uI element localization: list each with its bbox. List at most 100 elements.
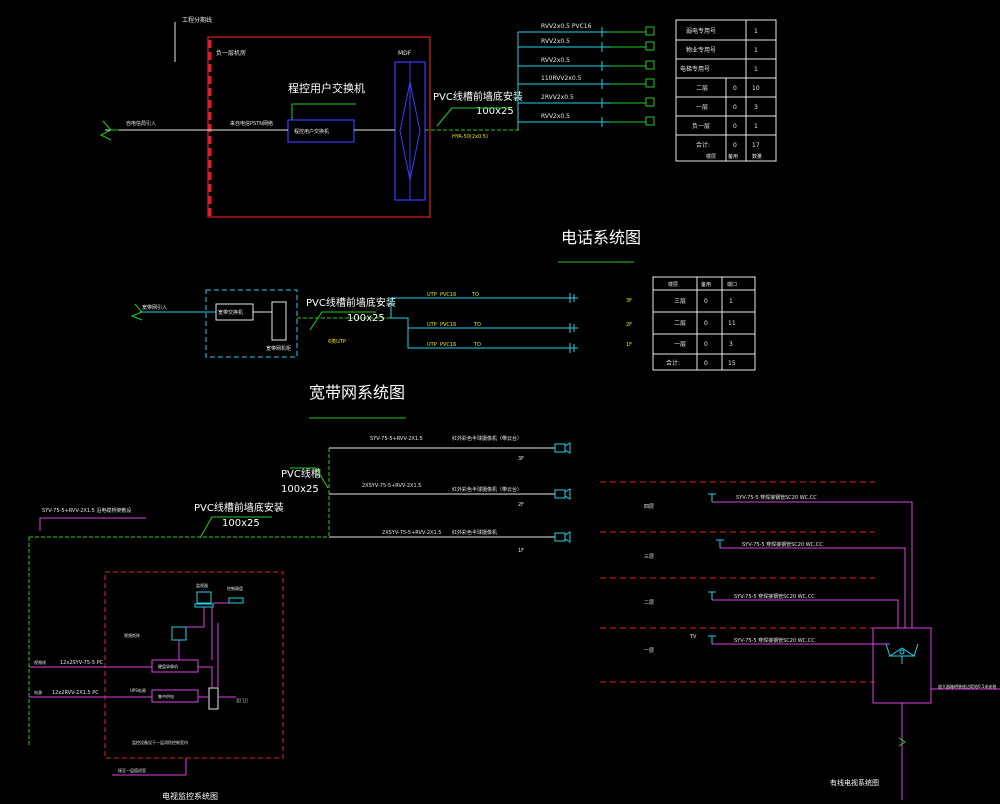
phone-branch-label: 2RVV2x0.5: [541, 94, 574, 101]
phone-table-cell: 合计:: [696, 141, 710, 149]
broadband-table-cell: 合计:: [666, 359, 680, 367]
catv-amplifier-box: [872, 627, 932, 704]
phone-room-label: 负一层机房: [216, 49, 246, 57]
phone-building-label: 工程分期线: [182, 16, 212, 24]
broadband-branch-text: UTP: [427, 342, 437, 348]
broadband-table-cell: 0: [704, 320, 708, 327]
broadband-title: 宽带网系统图: [309, 383, 405, 402]
phone-table-cell: 0: [733, 123, 737, 130]
catv-cable-label: SYV-75-5 穿焊接钢管SC20 WC,CC: [736, 494, 817, 501]
cctv-top-cable: [39, 517, 146, 531]
cctv-top-cable-label: SYV-75-5+RVV-2X1.5 沿电缆桥架敷设: [42, 507, 131, 514]
phone-table-footer: 数量: [752, 153, 762, 160]
cctv-trunk2-size: 100x25: [222, 518, 260, 529]
cctv-room-box: [104, 571, 284, 759]
phone-terminal-icon: [645, 60, 655, 70]
phone-branch-label: RVV2x0.5: [541, 113, 570, 120]
broadband-branch-text: PVC16: [440, 292, 456, 298]
broadband-branch-text: TO: [473, 322, 481, 328]
phone-hyv-label: HYA-50(2x0.5): [452, 134, 488, 140]
cctv-monitor-label: 监视器: [196, 582, 208, 588]
phone-system: 工程分期线 负一层机房 程控用户交换机 程控用户交换机 MDF 自电信局引入 来…: [99, 16, 777, 263]
cctv-left-label-b: 电源: [34, 689, 42, 695]
cctv-trunk-size: 100x25: [281, 484, 319, 495]
broadband-table-cell: 三层: [674, 298, 686, 305]
cctv-system: PVC线槽 100x25 PVC线槽前墙底安装 100x25 SYV-75-5+…: [28, 435, 571, 801]
phone-table-cell: 10: [752, 85, 760, 92]
camera-icon: [554, 488, 571, 500]
broadband-table-header: 备用: [701, 281, 711, 288]
phone-trunk-label: PVC线槽前墙底安装: [433, 90, 523, 103]
broadband-rack-box: [271, 301, 287, 341]
broadband-table-cell: 0: [704, 298, 708, 305]
cctv-left-cable-b: 12x2RVV-2X1.5 PC: [52, 690, 99, 696]
cctv-ups-label: UPS电源: [130, 687, 146, 693]
phone-table-cell: 17: [752, 142, 760, 149]
broadband-table-cell: 一层: [674, 341, 686, 348]
broadband-table-cell: 1: [729, 298, 733, 305]
phone-branch: RVV2x0.5: [518, 113, 655, 127]
phone-branch-label: RVV2x0.5 PVC16: [541, 23, 592, 30]
broadband-branch-line: [390, 297, 575, 318]
cctv-left-cable-a: 12x2SYV-75-5 PC: [60, 660, 104, 666]
phone-table-cell: 一层: [696, 104, 708, 111]
phone-table-cell: 1: [754, 28, 758, 35]
broadband-incoming-label: 宽带网引入: [142, 304, 167, 311]
phone-table-footer: 备用: [728, 153, 738, 160]
catv-title: 有线电视系统图: [830, 778, 879, 787]
network-outlet-icon: [569, 323, 578, 333]
broadband-branch-text: UTP: [427, 322, 437, 328]
phone-pbx-leader: [291, 103, 356, 120]
catv-system: 四层 三层 二层 一层 SYV-75-5 穿焊接钢管SC20 WC,CC SYV…: [600, 481, 1000, 800]
cctv-feeder-floor: 3F: [518, 456, 524, 462]
phone-cable-label: 来自电信PSTN网络: [230, 120, 273, 127]
phone-table-cell: 0: [733, 104, 737, 111]
broadband-branch-text: TO: [473, 342, 481, 348]
broadband-branch-text: UTP: [427, 292, 437, 298]
phone-branch: RVV2x0.5: [518, 38, 655, 52]
catv-cable-label: SYV-75-5 穿焊接钢管SC20 WC,CC: [742, 541, 823, 548]
cctv-feeder-note: 红外彩色半球摄像机（带云台）: [452, 435, 522, 442]
catv-cable-label: SYV-75-5 穿焊接钢管SC20 WC,CC: [734, 637, 815, 644]
broadband-table-cell: 3: [729, 341, 733, 348]
phone-pbx-label: 程控用户交换机: [288, 81, 365, 95]
broadband-branch-text: TO: [471, 292, 479, 298]
catv-amp-note: 放大器箱明装底边距地0.5米安装: [938, 683, 996, 689]
broadband-side-mark: 1F: [626, 342, 632, 348]
cctv-feeder-floor: 1F: [518, 548, 524, 554]
broadband-table-cell: 0: [704, 341, 708, 348]
cctv-room-note: 监控设备设于一层消防控制室内: [132, 739, 188, 745]
broadband-table-cell: 0: [704, 360, 708, 367]
phone-table-cell: 1: [754, 47, 758, 54]
cctv-recorder-label: 硬盘录像机: [158, 663, 178, 669]
cctv-bottom-note: 接至一层值班室: [118, 767, 146, 773]
phone-table-cell: 弱电专用号: [686, 27, 716, 35]
phone-branch: 110RVV2x0.5: [518, 75, 655, 89]
cctv-feeder-cable: SYV-75-5+RVV-2X1.5: [370, 436, 423, 442]
broadband-cable-label: 6类UTP: [328, 338, 346, 345]
phone-incoming-label: 自电信局引入: [126, 120, 156, 127]
broadband-branch-text: PVC16: [440, 342, 456, 348]
phone-table-cell: 负一层: [692, 122, 710, 130]
tv-outlet-icon: [708, 591, 716, 600]
catv-floor-label: 三层: [644, 554, 654, 560]
matrix-icon: [171, 626, 187, 641]
phone-terminal-icon: [645, 78, 655, 88]
phone-socket-icon: [601, 98, 610, 108]
cctv-power-label: 集中供电: [158, 693, 174, 699]
tv-outlet-icon: [716, 539, 724, 548]
phone-table-cell: 物业专用号: [686, 46, 716, 54]
phone-terminal-icon: [645, 116, 655, 126]
broadband-branch-line: [391, 317, 575, 329]
broadband-side-mark: 3F: [626, 298, 632, 304]
phone-pbx-module-label: 程控用户交换机: [294, 128, 329, 135]
phone-branch: RVV2x0.5 PVC16: [518, 23, 655, 37]
catv-floor-label: 一层: [644, 648, 654, 654]
phone-table-cell: 1: [754, 66, 758, 73]
broadband-table-cell: 15: [728, 360, 736, 367]
broadband-table-cell: 11: [728, 320, 736, 327]
broadband-branch-text: PVC16: [440, 322, 456, 328]
cctv-feeder-floor: 2F: [518, 502, 524, 508]
broadband-table-header: 楼层: [668, 281, 678, 288]
keyboard-icon: [228, 597, 244, 604]
